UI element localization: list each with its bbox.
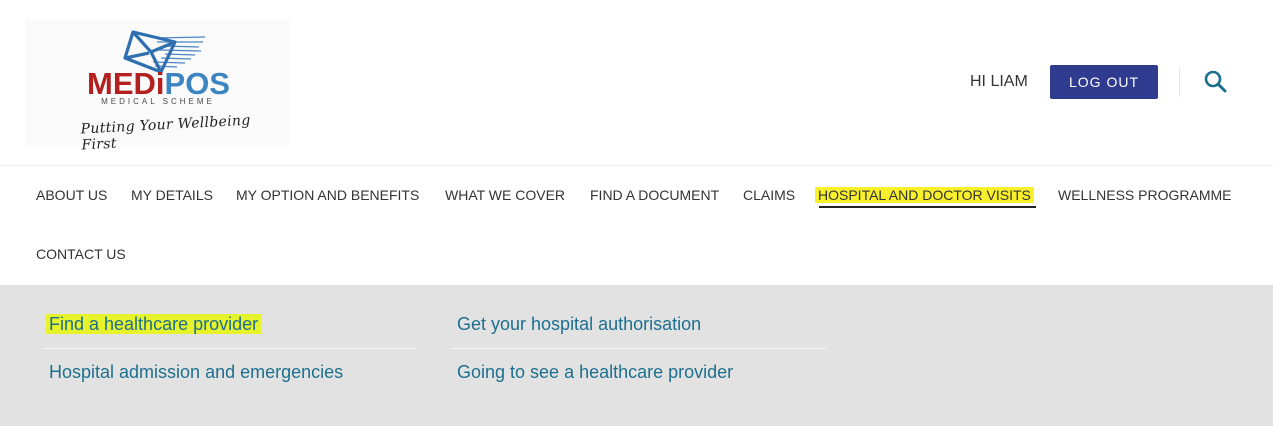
- active-nav-underline: [819, 206, 1036, 208]
- nav-label: FIND A DOCUMENT: [590, 187, 720, 203]
- site-header: MEDiPOS MEDICAL SCHEME Putting Your Well…: [0, 0, 1273, 165]
- nav-label: CLAIMS: [743, 187, 796, 203]
- nav-label: MY DETAILS: [131, 187, 213, 203]
- brand-part-med: MED: [87, 66, 156, 101]
- nav-label: HOSPITAL AND DOCTOR VISITS: [815, 187, 1034, 203]
- submenu-link-going-to-see-provider[interactable]: Going to see a healthcare provider: [457, 362, 733, 383]
- search-icon: [1204, 70, 1227, 93]
- nav-item-find-a-document[interactable]: FIND A DOCUMENT: [590, 187, 719, 203]
- nav-label: ABOUT US: [36, 187, 108, 203]
- submenu-label: Hospital admission and emergencies: [49, 362, 344, 382]
- logout-button[interactable]: LOG OUT: [1050, 65, 1158, 99]
- nav-item-wellness-programme[interactable]: WELLNESS PROGRAMME: [1058, 187, 1231, 203]
- nav-item-contact-us[interactable]: CONTACT US: [36, 246, 126, 262]
- header-divider-line: [0, 165, 1273, 166]
- brand-wordmark: MEDiPOS: [87, 68, 230, 99]
- nav-item-claims[interactable]: CLAIMS: [743, 187, 795, 203]
- submenu-divider: [43, 348, 417, 349]
- brand-subtitle: MEDICAL SCHEME: [101, 97, 215, 106]
- submenu-link-hospital-admission[interactable]: Hospital admission and emergencies: [49, 362, 343, 383]
- nav-label: CONTACT US: [36, 246, 126, 262]
- brand-part-pos: POS: [164, 66, 230, 101]
- submenu-label: Going to see a healthcare provider: [457, 362, 734, 382]
- brand-part-i: i: [155, 66, 165, 101]
- nav-item-about-us[interactable]: ABOUT US: [36, 187, 107, 203]
- nav-item-my-details[interactable]: MY DETAILS: [131, 187, 213, 203]
- nav-item-what-we-cover[interactable]: WHAT WE COVER: [445, 187, 565, 203]
- submenu-label: Find a healthcare provider: [46, 314, 262, 334]
- nav-item-hospital-and-doctor-visits[interactable]: HOSPITAL AND DOCTOR VISITS: [815, 187, 1034, 203]
- submenu-panel: Find a healthcare provider Hospital admi…: [0, 285, 1273, 426]
- nav-label: MY OPTION AND BENEFITS: [236, 187, 420, 203]
- submenu-link-hospital-authorisation[interactable]: Get your hospital authorisation: [457, 314, 701, 335]
- submenu-label: Get your hospital authorisation: [457, 314, 702, 334]
- header-divider: [1179, 67, 1180, 97]
- medipos-logo[interactable]: MEDiPOS MEDICAL SCHEME Putting Your Well…: [25, 20, 290, 153]
- user-greeting: HI LIAM: [970, 73, 1028, 90]
- search-button[interactable]: [1203, 69, 1229, 95]
- nav-label: WHAT WE COVER: [445, 187, 566, 203]
- nav-label: WELLNESS PROGRAMME: [1058, 187, 1232, 203]
- submenu-divider: [451, 348, 826, 349]
- nav-item-my-option-and-benefits[interactable]: MY OPTION AND BENEFITS: [236, 187, 419, 203]
- submenu-link-find-healthcare-provider[interactable]: Find a healthcare provider: [46, 314, 262, 335]
